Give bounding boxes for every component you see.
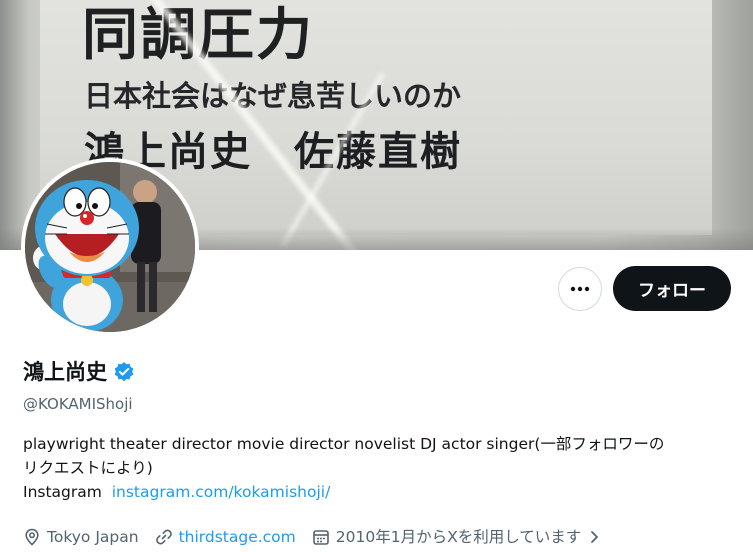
profile-name-row: 鴻上尚史 <box>23 358 135 386</box>
website-item: thirdstage.com <box>155 525 296 549</box>
verified-badge-icon[interactable] <box>113 361 135 383</box>
profile-handle: @KOKAMIShoji <box>23 395 133 413</box>
location-item: Tokyo Japan <box>23 525 139 549</box>
calendar-icon <box>312 530 329 545</box>
more-dots-icon <box>570 286 590 292</box>
avatar-image <box>25 162 195 332</box>
location-pin-icon <box>25 528 39 546</box>
chevron-right-icon <box>591 531 599 543</box>
link-icon <box>155 529 172 545</box>
bio-line-1: playwright theater director movie direct… <box>23 435 665 453</box>
banner-subtitle: 日本社会はなぜ息苦しいのか <box>84 79 462 113</box>
location-text: Tokyo Japan <box>47 528 139 546</box>
joined-item[interactable]: 2010年1月からXを利用しています <box>312 525 607 549</box>
website-link[interactable]: thirdstage.com <box>179 525 296 549</box>
profile-name: 鴻上尚史 <box>23 360 107 384</box>
more-options-button[interactable] <box>558 267 602 311</box>
follow-button[interactable]: フォロー <box>613 266 731 311</box>
instagram-label: Instagram <box>23 483 102 501</box>
avatar-photo <box>25 162 195 332</box>
bio-line-3: Instagram instagram.com/kokamishoji/ <box>23 480 738 504</box>
profile-bio: playwright theater director movie direct… <box>23 432 738 504</box>
instagram-link[interactable]: instagram.com/kokamishoji/ <box>112 483 331 501</box>
joined-text: 2010年1月からXを利用しています <box>335 528 582 546</box>
profile-meta: Tokyo Japan thirdstage.com 2010年1月からXを利用… <box>23 525 623 549</box>
avatar[interactable] <box>21 158 199 336</box>
bio-line-2: リクエストにより) <box>23 459 153 477</box>
